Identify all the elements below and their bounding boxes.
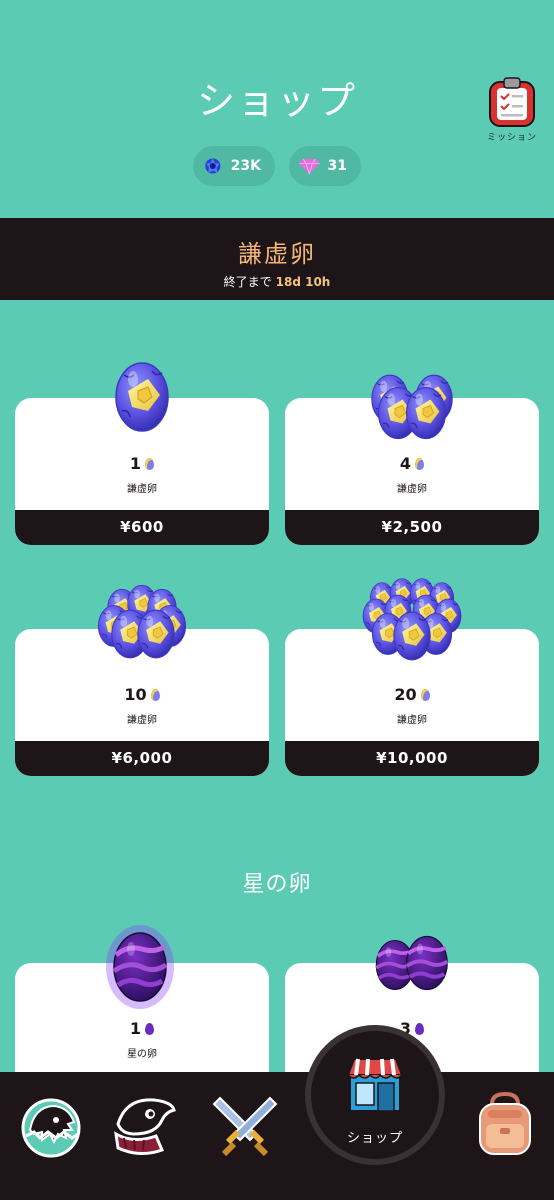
offer-count: 1 [15, 454, 269, 473]
buy-button-10[interactable]: ¥6,000 [15, 741, 269, 776]
gem-icon [299, 158, 320, 176]
timer-value: 18d 10h [275, 275, 331, 289]
bottom-nav [0, 1072, 554, 1200]
star-egg-group-icon [374, 934, 450, 992]
coin-amount: 23K [230, 158, 261, 174]
humble-egg-mini-icon [415, 458, 425, 470]
buy-button-1[interactable]: ¥600 [15, 510, 269, 545]
humble-egg-mini-icon [420, 689, 430, 701]
banner-title: 謙虚卵 [238, 240, 316, 268]
hatchling-icon[interactable] [16, 1090, 86, 1160]
gem-balance[interactable]: 31 [289, 146, 361, 186]
offer-name: 謙虚卵 [397, 484, 427, 495]
backpack-icon[interactable] [470, 1090, 540, 1160]
section-title-star-egg: 星の卵 [242, 872, 312, 897]
humble-egg-mini-icon [145, 458, 155, 470]
star-egg-mini-icon [415, 1023, 425, 1035]
mission-button[interactable]: ミッション [484, 76, 540, 146]
timer-label: 終了まで [223, 275, 272, 289]
humble-egg-group-icon [371, 374, 453, 440]
battle-swords-icon[interactable] [210, 1090, 280, 1160]
star-egg-icon [106, 925, 174, 1009]
shop-storefront-icon [346, 1058, 404, 1112]
buy-button-4[interactable]: ¥2,500 [285, 510, 539, 545]
star-egg-mini-icon [145, 1023, 155, 1035]
event-banner: 謙虚卵 終了まで 18d 10h [0, 218, 554, 300]
offer-count: 20 [285, 685, 539, 704]
offer-count: 4 [285, 454, 539, 473]
clipboard-icon [489, 77, 535, 127]
offer-count: 1 [15, 1019, 269, 1038]
gem-amount: 31 [327, 158, 347, 174]
shop-nav-label: ショップ [346, 1131, 403, 1146]
offer-name: 謙虚卵 [397, 715, 427, 726]
offer-count: 10 [15, 685, 269, 704]
humble-egg-icon [115, 362, 169, 432]
mission-label: ミッション [486, 133, 537, 143]
shop-nav-button[interactable]: ショップ [305, 1025, 445, 1165]
banner-timer: 終了まで 18d 10h [0, 273, 554, 290]
offer-name: 謙虚卵 [127, 484, 157, 495]
coin-icon [205, 158, 221, 174]
creature-icon[interactable] [110, 1090, 180, 1160]
humble-egg-pile-icon [97, 584, 187, 659]
humble-egg-heap-icon [362, 578, 462, 661]
offer-name: 星の卵 [127, 1049, 157, 1060]
humble-egg-mini-icon [150, 689, 160, 701]
offer-name: 謙虚卵 [127, 715, 157, 726]
buy-button-20[interactable]: ¥10,000 [285, 741, 539, 776]
page-title: ショップ [196, 79, 357, 123]
coin-balance[interactable]: 23K [193, 146, 275, 186]
